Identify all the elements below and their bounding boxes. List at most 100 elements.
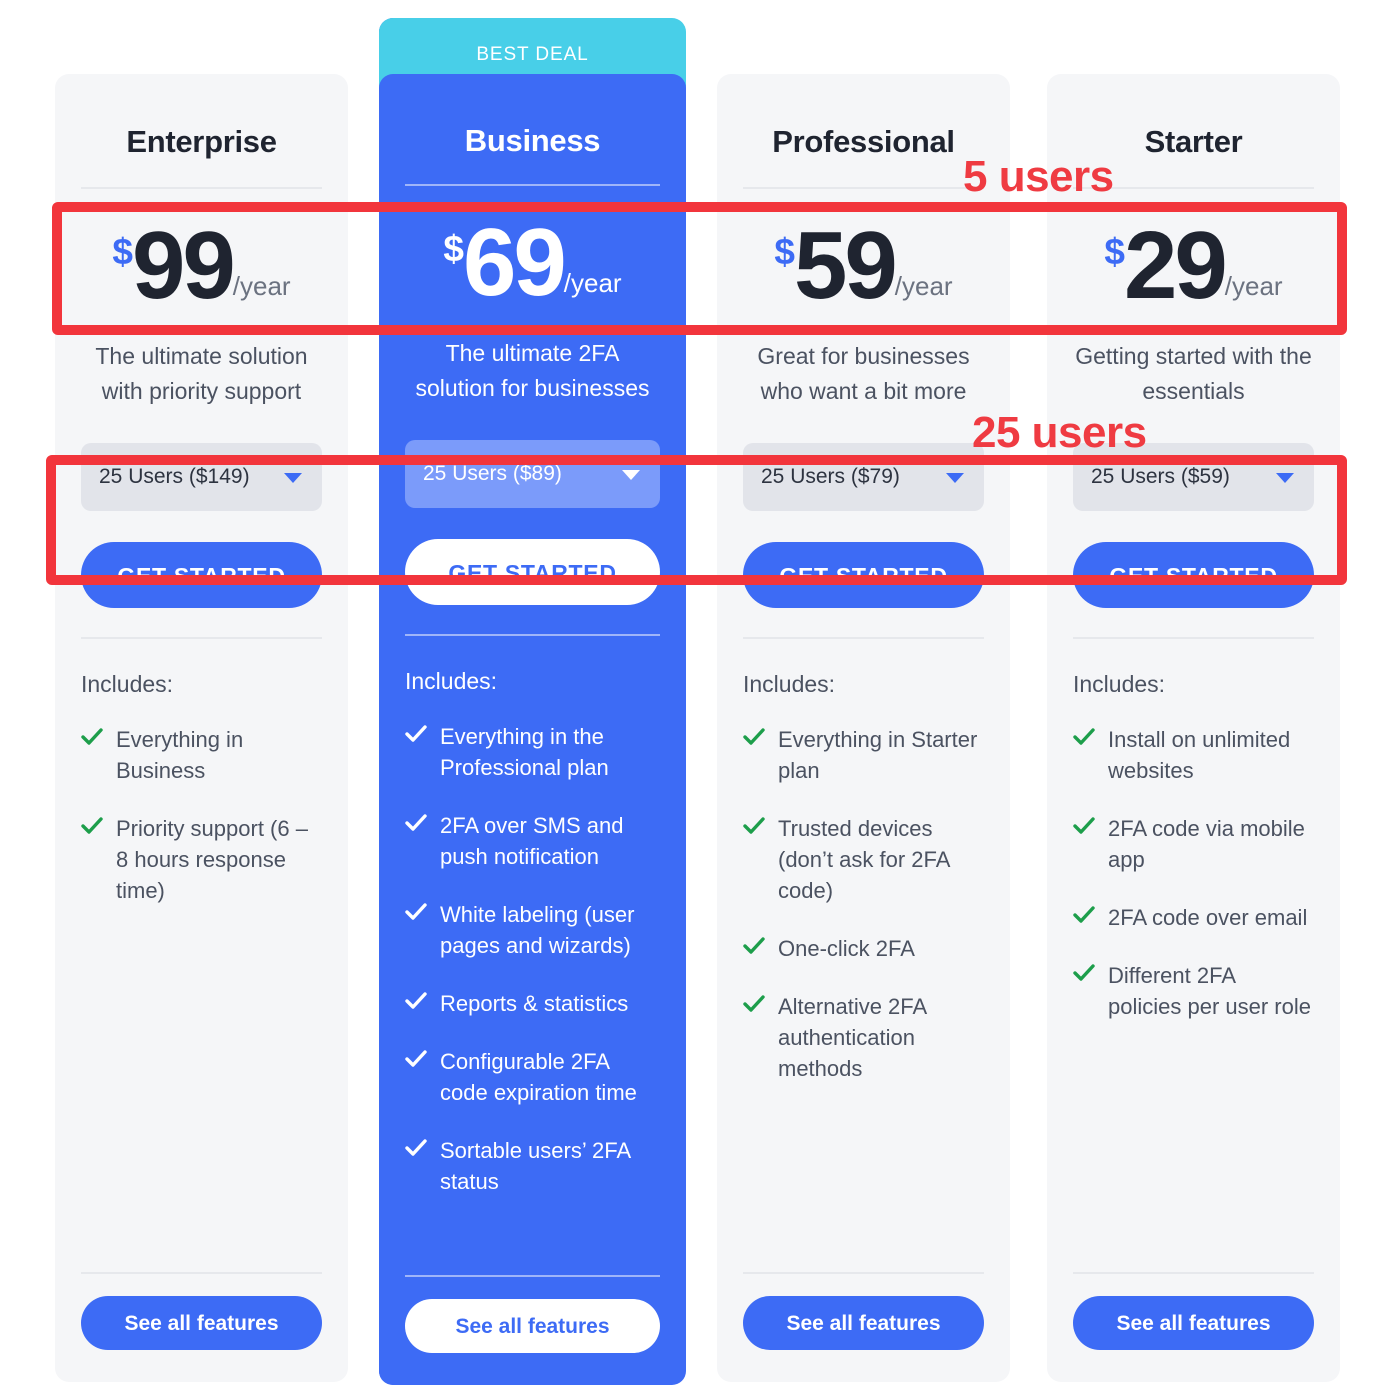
plan-title: Professional [772,124,955,159]
card-footer: See all features [743,1272,984,1350]
see-all-features-button[interactable]: See all features [405,1299,660,1353]
see-all-features-button[interactable]: See all features [743,1296,984,1350]
chevron-down-icon [622,470,640,480]
price-row: $99/year [81,211,322,319]
get-started-button[interactable]: GET STARTED [1073,542,1314,608]
price-period: /year [1224,271,1283,301]
feature-item: Configurable 2FA code expiration time [405,1046,660,1108]
footer-divider [743,1272,984,1274]
check-icon [405,992,427,1009]
check-icon [1073,906,1095,923]
check-icon [81,817,103,834]
price-period: /year [563,268,622,298]
includes-label: Includes: [405,668,498,694]
plan-tagline: The ultimate solution with priority supp… [95,343,308,404]
title-divider [81,187,322,189]
title-divider [743,187,984,189]
footer-divider [81,1272,322,1274]
includes-label: Includes: [1073,671,1166,697]
feature-text: One-click 2FA [778,936,915,961]
feature-text: 2FA code via mobile app [1108,816,1305,872]
plan-tagline: Getting started with the essentials [1075,343,1312,404]
feature-text: Priority support (6 – 8 hours response t… [116,816,308,903]
user-count-select-value: 25 Users ($89) [423,462,562,485]
check-icon [405,1050,427,1067]
chevron-down-icon [946,473,964,483]
currency-symbol: $ [443,228,464,269]
feature-item: Everything in the Professional plan [405,721,660,783]
price-row: $29/year [1073,211,1314,319]
check-icon [743,937,765,954]
check-icon [405,725,427,742]
check-icon [405,814,427,831]
currency-symbol: $ [1104,231,1125,272]
plan-tagline: Great for businesses who want a bit more [757,343,970,404]
cta-divider [1073,637,1314,639]
feature-item: Priority support (6 – 8 hours response t… [81,813,322,906]
feature-item: White labeling (user pages and wizards) [405,899,660,961]
title-divider [1073,187,1314,189]
get-started-button[interactable]: GET STARTED [81,542,322,608]
feature-text: Everything in Starter plan [778,727,978,783]
pricing-card-business-body: Business $69/year The ultimate 2FA solut… [379,74,686,1385]
pricing-card-professional: Professional $59/year Great for business… [717,74,1010,1382]
feature-list: Everything in Business Priority support … [81,724,322,906]
feature-list: Everything in Starter plan Trusted devic… [743,724,984,1084]
price-period: /year [894,271,953,301]
feature-item: Install on unlimited websites [1073,724,1314,786]
plan-title: Starter [1144,124,1243,159]
user-count-select-value: 25 Users ($79) [761,465,900,488]
feature-text: Sortable users’ 2FA status [440,1138,630,1194]
price-amount: 29 [1123,212,1228,319]
footer-divider [1073,1272,1314,1274]
feature-item: Trusted devices (don’t ask for 2FA code) [743,813,984,906]
user-count-select[interactable]: 25 Users ($149) [81,443,322,511]
feature-item: Everything in Starter plan [743,724,984,786]
feature-text: Install on unlimited websites [1108,727,1291,783]
plan-title: Enterprise [126,124,277,159]
feature-item: Different 2FA policies per user role [1073,960,1314,1022]
pricing-table: Enterprise $99/year The ultimate solutio… [0,0,1400,1398]
feature-item: One-click 2FA [743,933,984,964]
price-row: $69/year [405,208,660,316]
feature-list: Install on unlimited websites 2FA code v… [1073,724,1314,1022]
cta-divider [743,637,984,639]
check-icon [1073,728,1095,745]
card-footer: See all features [81,1272,322,1350]
pricing-card-enterprise: Enterprise $99/year The ultimate solutio… [55,74,348,1382]
see-all-features-button[interactable]: See all features [81,1296,322,1350]
check-icon [1073,964,1095,981]
price-row: $59/year [743,211,984,319]
feature-text: Trusted devices (don’t ask for 2FA code) [778,816,950,903]
feature-text: 2FA code over email [1108,905,1308,930]
feature-text: Configurable 2FA code expiration time [440,1049,637,1105]
check-icon [405,903,427,920]
check-icon [743,728,765,745]
check-icon [405,1139,427,1156]
cta-divider [81,637,322,639]
feature-text: Everything in Business [116,727,244,783]
pricing-card-business: BEST DEAL Business $69/year The ultimate… [379,18,686,1385]
user-count-select-value: 25 Users ($59) [1091,465,1230,488]
feature-text: White labeling (user pages and wizards) [440,902,635,958]
get-started-button[interactable]: GET STARTED [405,539,660,605]
feature-text: Alternative 2FA authentication methods [778,994,926,1081]
feature-text: 2FA over SMS and push notification [440,813,624,869]
chevron-down-icon [1276,473,1294,483]
user-count-select[interactable]: 25 Users ($59) [1073,443,1314,511]
feature-item: 2FA code over email [1073,902,1314,933]
feature-item: Alternative 2FA authentication methods [743,991,984,1084]
user-count-select[interactable]: 25 Users ($89) [405,440,660,508]
footer-divider [405,1275,660,1277]
user-count-select[interactable]: 25 Users ($79) [743,443,984,511]
check-icon [743,995,765,1012]
plan-title: Business [464,123,601,158]
get-started-button[interactable]: GET STARTED [743,542,984,608]
check-icon [81,728,103,745]
feature-text: Everything in the Professional plan [440,724,609,780]
feature-item: Sortable users’ 2FA status [405,1135,660,1197]
feature-item: 2FA over SMS and push notification [405,810,660,872]
pricing-card-starter: Starter $29/year Getting started with th… [1047,74,1340,1382]
check-icon [1073,817,1095,834]
see-all-features-button[interactable]: See all features [1073,1296,1314,1350]
